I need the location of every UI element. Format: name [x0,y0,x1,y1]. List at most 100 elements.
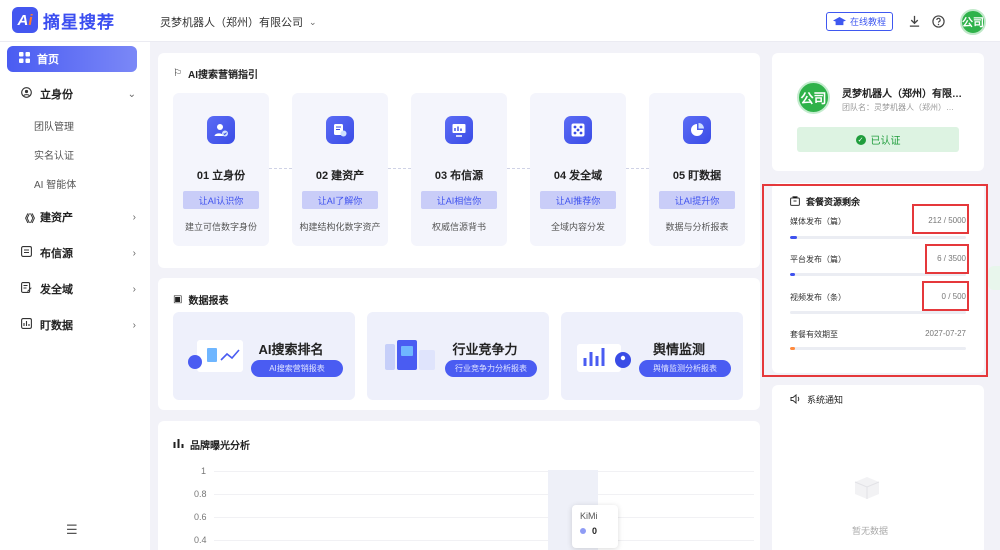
network-icon [564,116,592,144]
step-connector [507,168,530,169]
report-item[interactable]: AI搜索排名 AI搜索营销报表 [173,312,355,400]
report-title: AI搜索排名 [258,342,324,357]
report-item[interactable]: 舆情监测 舆情监测分析报表 [561,312,743,400]
guide-step: 04 发全域 让AI推荐你 全域内容分发 [530,93,626,246]
sidebar-item-data[interactable]: 盯数据 › [0,315,150,335]
team-name-label: 团队名：灵梦机器人（郑州）… [842,103,954,112]
step-title: 03 布信源 [434,170,484,182]
y-tick-label: 0.6 [194,512,207,522]
notifications-title-text: 系统通知 [807,395,844,405]
sidebar-item-sources[interactable]: 布信源 › [0,243,150,263]
guide-step: 01 立身份 让AI认识你 建立可信数字身份 [173,93,269,246]
step-button[interactable]: 让AI提升你 [659,191,735,209]
asset-icon: 《》 [20,213,40,225]
sidebar-subitem-agent[interactable]: AI 智能体 [34,176,76,191]
step-button[interactable]: 让AI相信你 [421,191,497,209]
sidebar-item-publish[interactable]: 发全域 › [0,279,150,299]
empty-text: 暂无数据 [852,526,889,536]
pie-chart-icon [683,116,711,144]
monitor-chart-icon [445,116,473,144]
report-button[interactable]: 舆情监测分析报表 [639,360,731,377]
sidebar-subitem-team[interactable]: 团队管理 [34,118,74,133]
ranking-illustration-icon [188,340,243,372]
sidebar-item-label: 首页 [37,54,59,66]
sidebar-item-assets[interactable]: 《》 建资产 › [0,207,150,227]
chevron-right-icon: › [132,247,136,259]
report-item[interactable]: 行业竞争力 行业竞争力分析报表 [367,312,549,400]
user-check-icon [207,116,235,144]
tooltip-value: 0 [592,526,598,536]
step-connector [626,168,649,169]
chevron-down-icon: ⌄ [309,16,317,27]
asset-settings-icon [326,116,354,144]
step-description: 建立可信数字身份 [184,222,257,232]
step-title: 05 盯数据 [672,170,722,182]
chevron-right-icon: › [132,211,136,223]
chart-gridline [214,540,754,541]
publish-icon [20,282,32,296]
download-icon[interactable] [906,13,922,29]
report-button[interactable]: AI搜索营销报表 [251,360,343,377]
help-icon[interactable] [930,13,946,29]
step-description: 全域内容分发 [550,222,605,232]
identity-icon [20,87,32,101]
notifications-title: 系统通知 [790,393,843,406]
y-tick-label: 0.4 [194,535,207,545]
signpost-icon: ⚐ [173,68,182,79]
step-button[interactable]: 让AI认识你 [183,191,259,209]
step-title: 02 建资产 [315,170,365,182]
sidebar-item-label: 建资产 [40,212,73,224]
top-bar: Ai 摘星搜荐 灵梦机器人（郑州）有限公司 ⌄ 在线教程 公司 [0,0,1000,42]
sidebar-item-label: 立身份 [40,89,73,101]
brand-chart-title-text: 品牌曝光分析 [190,441,250,452]
chevron-right-icon: › [132,283,136,295]
chart-tooltip: KiMi 0 [572,505,618,548]
speaker-icon [790,393,801,406]
highlight-box-platform [925,244,969,274]
graduation-cap-icon [833,17,846,26]
sidebar-item-identity[interactable]: 立身份 ⌄ [0,84,150,104]
collapse-menu-icon[interactable]: ☰ [66,522,78,538]
source-icon [20,246,32,260]
check-circle-icon: ✓ [855,134,866,145]
app-logo[interactable]: Ai 摘星搜荐 [12,7,115,33]
guide-title: ⚐ AI搜索营销指引 [173,66,258,81]
step-description: 权威信源背书 [431,222,486,232]
chart-gridline [214,471,754,472]
sidebar-item-label: 布信源 [40,248,73,260]
sidebar-item-label: 发全域 [40,284,73,296]
reports-title: ▣ 数据报表 [173,292,228,307]
company-avatar: 公司 [797,81,830,114]
step-description: 数据与分析报表 [665,222,729,232]
step-button[interactable]: 让AI了解你 [302,191,378,209]
company-name: 灵梦机器人（郑州）有限公司 [160,17,303,29]
company-name-label: 灵梦机器人（郑州）有限… [842,89,962,100]
bar-chart-icon [173,438,184,451]
reports-title-text: 数据报表 [188,296,229,307]
guide-step: 02 建资产 让AI了解你 构建结构化数字资产 [292,93,388,246]
step-connector [269,168,292,169]
company-selector[interactable]: 灵梦机器人（郑州）有限公司 ⌄ [160,14,317,30]
step-button[interactable]: 让AI推荐你 [540,191,616,209]
floating-side-tab[interactable] [988,266,1000,290]
report-icon: ▣ [173,294,183,305]
series-dot-icon [580,528,586,534]
logo-mark-icon: Ai [12,7,38,33]
sidebar-item-home[interactable]: 首页 [7,46,137,72]
y-tick-label: 1 [201,466,207,476]
tutorial-label: 在线教程 [850,17,887,27]
chart-gridline [214,517,754,518]
chart-gridline [214,494,754,495]
user-avatar[interactable]: 公司 [960,9,986,35]
report-button[interactable]: 行业竞争力分析报表 [445,360,537,377]
guide-step: 05 盯数据 让AI提升你 数据与分析报表 [649,93,745,246]
guide-title-text: AI搜索营销指引 [187,70,258,81]
data-icon [20,318,32,332]
sidebar: 首页 立身份 ⌄ 团队管理 实名认证 AI 智能体 《》 建资产 › 布信源 ›… [0,42,150,550]
report-title: 行业竞争力 [452,342,518,357]
brand-chart-title: 品牌曝光分析 [173,437,250,452]
verified-label: 已认证 [870,136,901,147]
tooltip-series-name: KiMi [580,511,598,521]
sidebar-subitem-realname[interactable]: 实名认证 [34,147,74,162]
online-tutorial-button[interactable]: 在线教程 [826,12,894,31]
